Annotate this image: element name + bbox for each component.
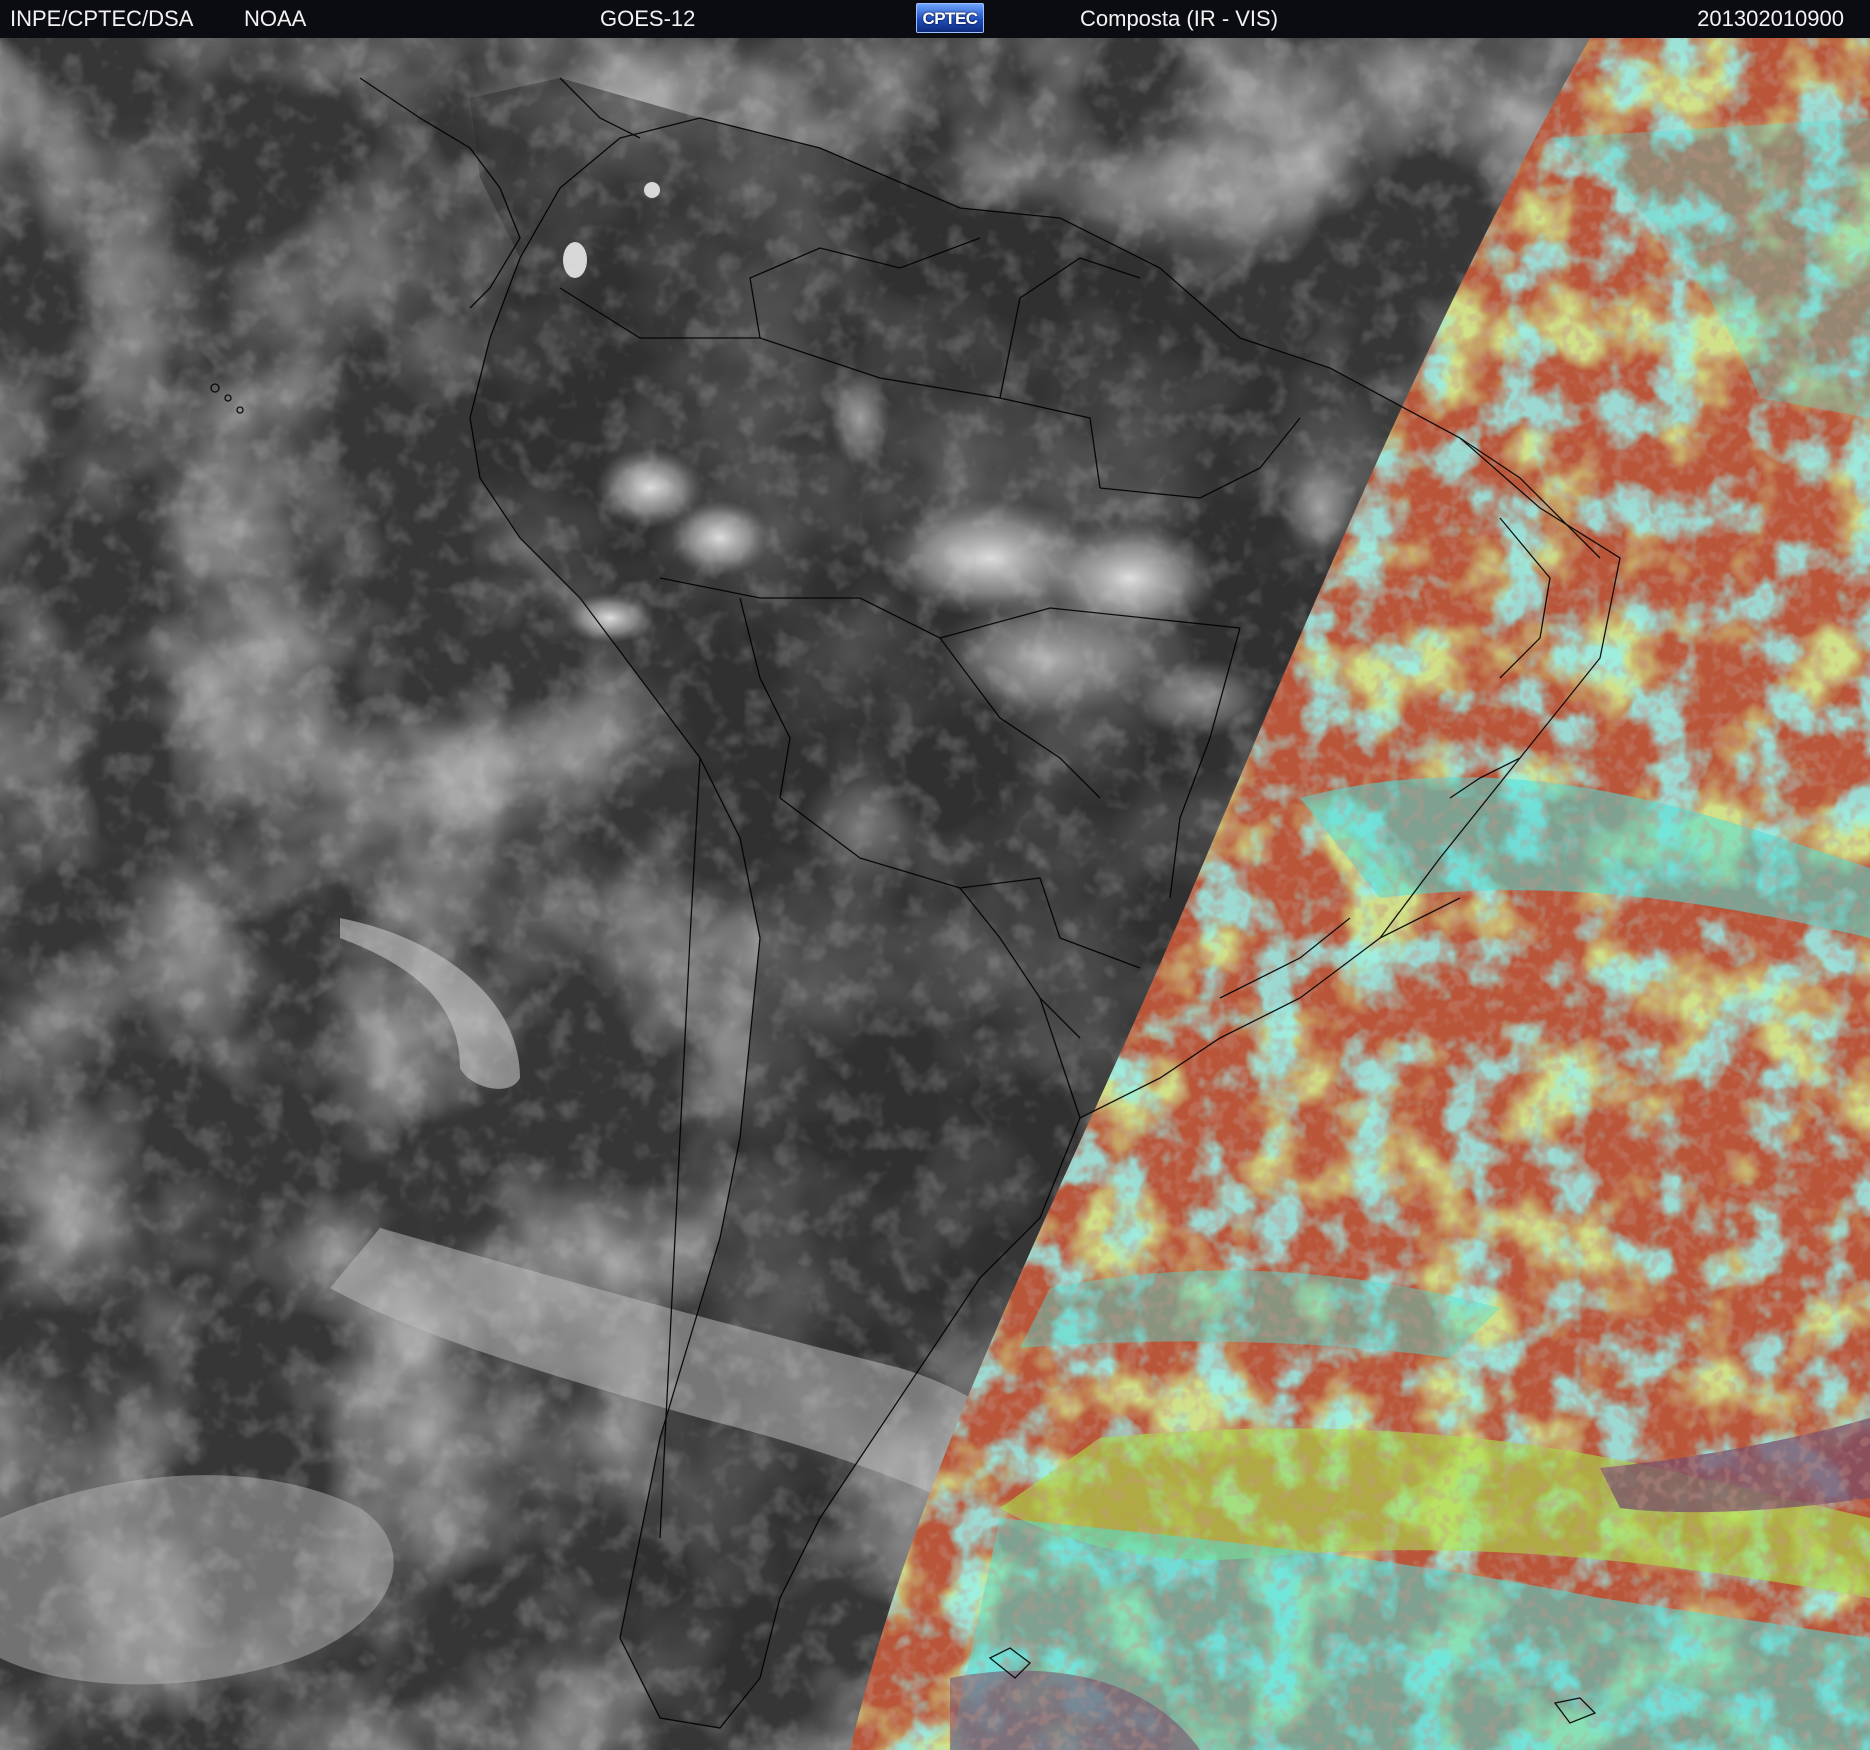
satellite-label: GOES-12 bbox=[600, 6, 696, 31]
header-bar: INPE/CPTEC/DSA NOAA GOES-12 CPTEC Compos… bbox=[0, 0, 1870, 39]
timestamp-label: 201302010900 bbox=[1697, 6, 1844, 31]
composite-image-svg bbox=[0, 38, 1870, 1750]
satellite-image bbox=[0, 38, 1870, 1750]
source-label: NOAA bbox=[244, 6, 307, 31]
cptec-logo-icon: CPTEC bbox=[916, 3, 984, 33]
agency-label: INPE/CPTEC/DSA bbox=[10, 6, 194, 31]
product-label: Composta (IR - VIS) bbox=[1080, 6, 1279, 31]
